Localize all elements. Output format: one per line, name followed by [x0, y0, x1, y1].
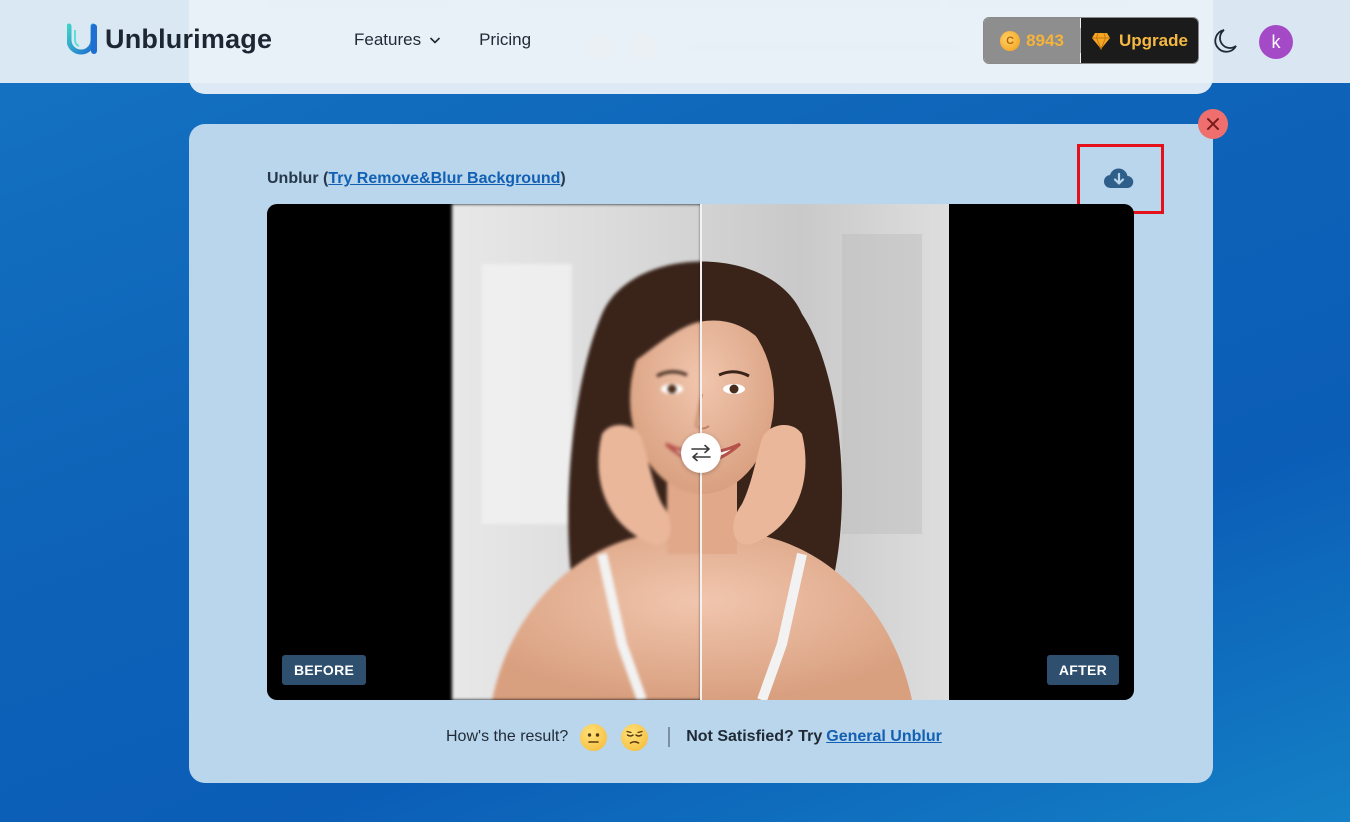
credits-balance[interactable]: C 8943: [984, 18, 1080, 63]
moon-icon[interactable]: [1214, 28, 1238, 54]
neutral-face-icon[interactable]: [580, 723, 608, 751]
divider: [668, 727, 671, 747]
portrait-photo: [701, 204, 949, 700]
before-image: [452, 204, 701, 700]
coin-icon: C: [1000, 30, 1021, 51]
remove-blur-background-link[interactable]: Try Remove&Blur Background: [328, 170, 560, 187]
pensive-face-icon[interactable]: [621, 723, 649, 751]
portrait-photo: [452, 204, 701, 700]
nav-pricing[interactable]: Pricing: [479, 30, 531, 50]
nav-features-label: Features: [354, 30, 422, 49]
nav-pricing-label: Pricing: [479, 30, 532, 49]
feedback-row: How's the result? Not Satisfied? Try Gen…: [446, 722, 942, 752]
avatar[interactable]: k: [1259, 25, 1293, 59]
card-title-prefix: Unblur (: [267, 170, 329, 187]
credits-count: 8943: [1026, 30, 1064, 50]
card-title: Unblur (Try Remove&Blur Background): [267, 170, 566, 188]
brand-name: Unblurimage: [105, 23, 273, 54]
close-button[interactable]: [1198, 109, 1228, 139]
diamond-icon: [1092, 32, 1111, 50]
swap-arrows-icon: [691, 444, 711, 462]
cloud-download-icon[interactable]: [1103, 166, 1135, 192]
credits-upgrade-group: C 8943 Upgrade: [983, 17, 1199, 64]
top-header: Unblurimage Features Pricing C 8943 Upgr…: [0, 0, 1350, 83]
close-icon: [1207, 118, 1219, 130]
before-after-comparison[interactable]: BEFORE AFTER: [267, 204, 1134, 700]
brand-logo[interactable]: Unblurimage: [67, 22, 272, 56]
general-unblur-link[interactable]: General Unblur: [826, 728, 942, 746]
comparison-slider-handle[interactable]: [681, 433, 721, 473]
card-title-suffix: ): [560, 170, 566, 187]
not-satisfied-text: Not Satisfied? Try: [686, 728, 823, 745]
chevron-down-icon: [430, 37, 441, 44]
logo-mark-icon: [67, 23, 97, 55]
after-image: [701, 204, 949, 700]
main-nav: Features Pricing: [354, 30, 531, 50]
before-label: BEFORE: [282, 655, 367, 685]
upgrade-label: Upgrade: [1119, 30, 1188, 50]
after-label: AFTER: [1046, 655, 1119, 685]
upgrade-button[interactable]: Upgrade: [1081, 18, 1198, 63]
feedback-question: How's the result?: [446, 728, 569, 745]
nav-features[interactable]: Features: [354, 30, 441, 50]
